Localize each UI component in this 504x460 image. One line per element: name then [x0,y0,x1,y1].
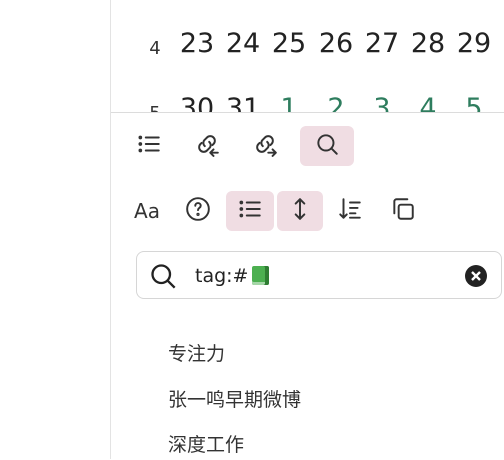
help-icon [185,196,211,226]
list-icon [136,131,162,161]
backlinks-button[interactable] [185,126,229,166]
week-number: 5 [145,103,165,112]
calendar-day[interactable]: 28 [406,28,450,59]
calendar-day[interactable]: 29 [452,28,496,59]
expand-vertical-icon [287,196,313,226]
week-number: 4 [149,38,161,59]
clear-search-button[interactable] [465,265,487,287]
calendar-day[interactable]: 24 [221,28,265,59]
calendar-day-next-month[interactable]: 4 [406,93,450,112]
search-result-item[interactable]: 专注力 [168,339,225,366]
left-pane [0,0,111,459]
calendar-day[interactable]: 23 [175,28,219,59]
green-book-emoji [252,266,270,285]
calendar-day[interactable]: 30 [175,93,219,112]
outgoing-links-button[interactable] [243,126,287,166]
search-result-item[interactable]: 张一鸣早期微博 [168,385,301,412]
calendar-day-next-month[interactable]: 1 [267,93,311,112]
calendar-day-next-month[interactable]: 3 [360,93,404,112]
search-icon [149,262,177,290]
backlink-icon [194,131,220,161]
calendar-day[interactable]: 26 [314,28,358,59]
copy-icon [390,196,416,226]
search-icon [314,131,340,161]
calendar-week-row: 5 30 31 1 2 3 4 5 [111,93,504,112]
font-size-icon: Aa [134,199,160,223]
search-result-item[interactable]: 深度工作 [168,430,244,457]
list-icon [237,196,263,226]
match-case-button[interactable]: Aa [125,191,169,231]
calendar: 4 23 24 25 26 27 28 29 5 30 31 1 2 3 4 5 [111,0,504,112]
copy-results-button[interactable] [381,191,425,231]
sort-button[interactable] [328,191,372,231]
calendar-day[interactable]: 27 [360,28,404,59]
calendar-week-row: 4 23 24 25 26 27 28 29 [111,28,504,68]
search-panel: Aa tag:# 专注力 张一鸣早期微博 深度工作 [111,112,504,460]
calendar-day-next-month[interactable]: 5 [452,93,496,112]
sort-icon [337,196,363,226]
show-more-context-button[interactable] [277,191,323,231]
search-query-text: tag:# [195,265,249,287]
calendar-day[interactable]: 31 [221,93,265,112]
search-query[interactable]: tag:# [195,265,270,287]
calendar-day[interactable]: 25 [267,28,311,59]
close-circle-icon [471,271,481,281]
outgoing-link-icon [252,131,278,161]
calendar-day-next-month[interactable]: 2 [314,93,358,112]
help-button[interactable] [176,191,220,231]
search-tab-button[interactable] [300,126,354,166]
search-input[interactable]: tag:# [136,251,502,299]
collapse-results-button[interactable] [226,191,274,231]
outline-list-button[interactable] [127,126,171,166]
